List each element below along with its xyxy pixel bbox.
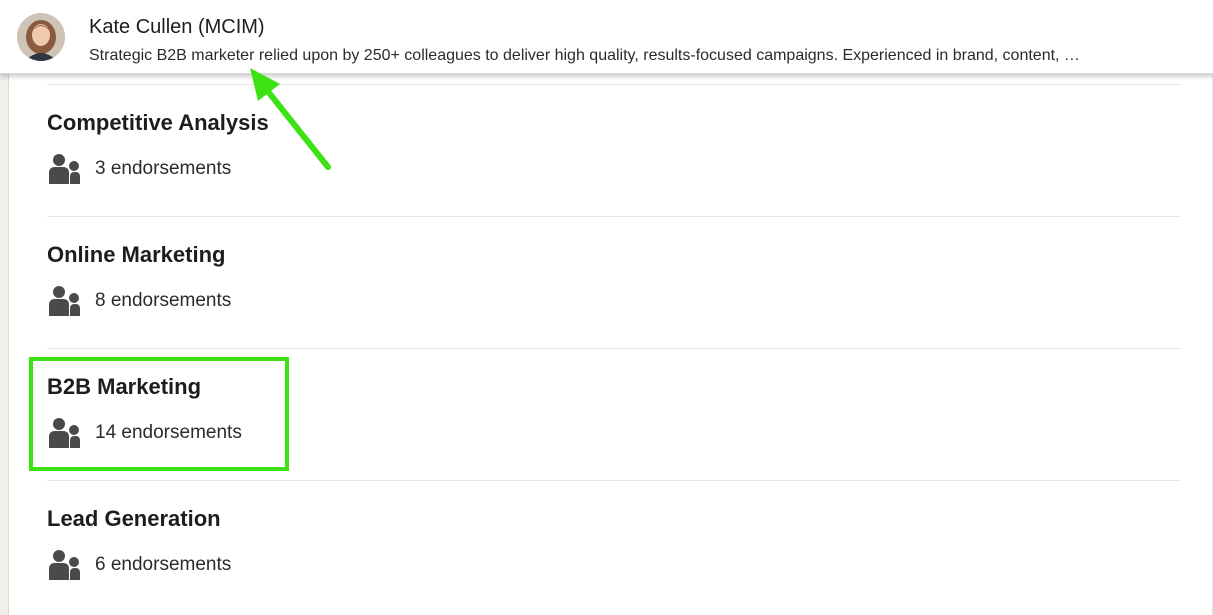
people-icon xyxy=(49,286,80,316)
profile-photo xyxy=(17,13,65,61)
skill-item: B2B Marketing 14 endorsements xyxy=(47,348,1181,480)
skills-list: Competitive Analysis 3 endorsements Onli… xyxy=(47,84,1181,612)
endorsement-count: 14 endorsements xyxy=(95,422,242,443)
skill-name[interactable]: Online Marketing xyxy=(47,240,225,270)
skill-name[interactable]: B2B Marketing xyxy=(47,372,201,402)
people-icon xyxy=(49,418,80,448)
profile-name[interactable]: Kate Cullen (MCIM) xyxy=(89,14,265,40)
people-icon xyxy=(49,154,80,184)
skill-name[interactable]: Competitive Analysis xyxy=(47,108,269,138)
endorsement-count: 6 endorsements xyxy=(95,554,232,575)
skill-item: Lead Generation 6 endorsements xyxy=(47,480,1181,612)
people-icon xyxy=(49,550,80,580)
skill-name[interactable]: Lead Generation xyxy=(47,504,221,534)
skill-item: Online Marketing 8 endorsements xyxy=(47,216,1181,348)
profile-headline: Strategic B2B marketer relied upon by 25… xyxy=(89,47,1080,64)
endorsement-count: 8 endorsements xyxy=(95,290,232,311)
endorsement-count: 3 endorsements xyxy=(95,158,232,179)
avatar[interactable] xyxy=(17,13,65,61)
sticky-profile-header: Kate Cullen (MCIM) Strategic B2B markete… xyxy=(0,0,1213,74)
left-rail xyxy=(0,0,9,615)
skill-item: Competitive Analysis 3 endorsements xyxy=(47,84,1181,216)
